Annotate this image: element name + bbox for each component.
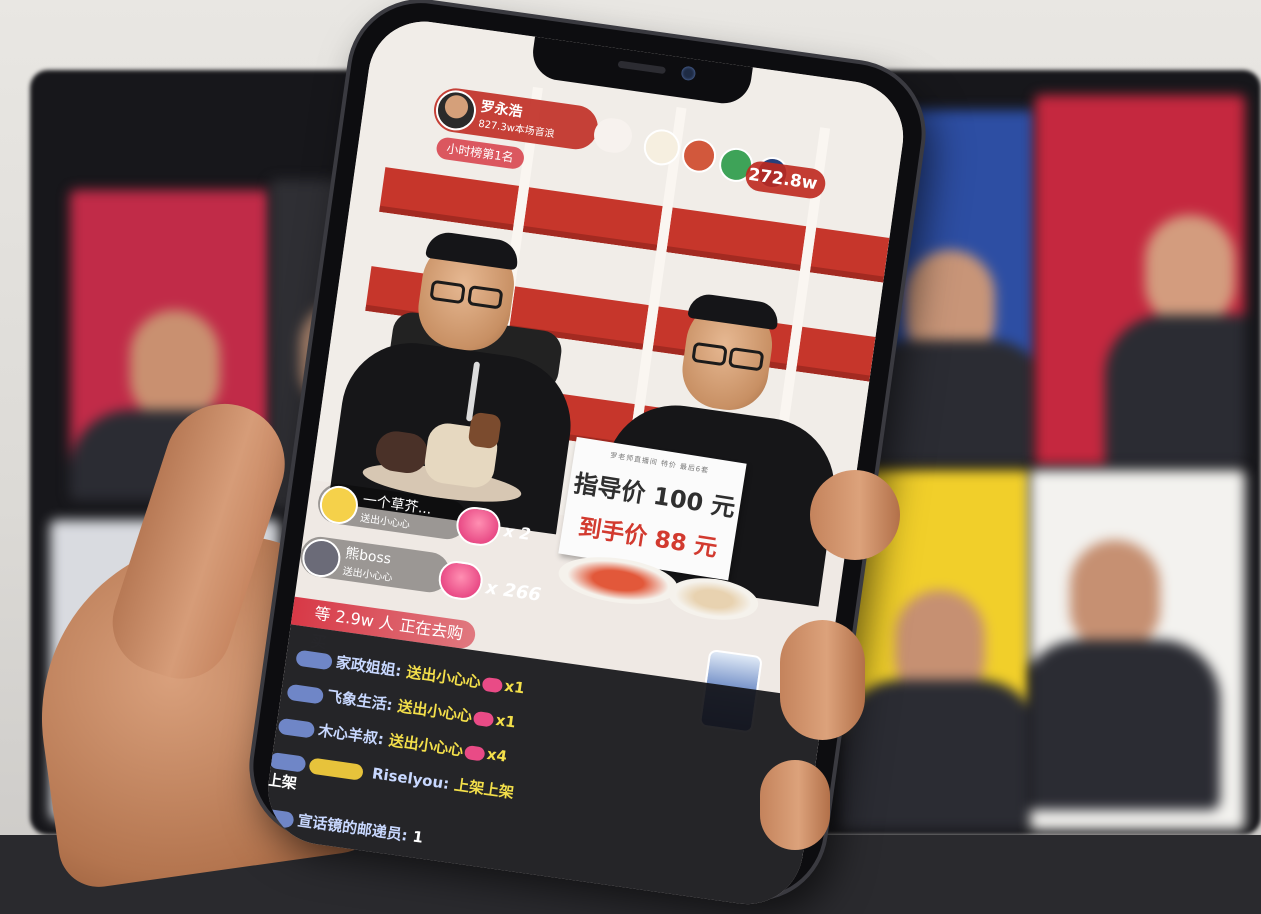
heart-icon — [464, 744, 486, 762]
hand-finger — [810, 470, 900, 560]
user-level-badge — [261, 807, 295, 829]
fan-badge — [308, 756, 365, 781]
gift-multiplier: x 266 — [484, 577, 543, 606]
user-avatar — [317, 483, 361, 527]
blurred-tile — [1030, 470, 1245, 830]
speaker-grille — [617, 60, 667, 75]
heart-gift-icon — [436, 558, 486, 603]
streamer-avatar[interactable] — [433, 87, 479, 133]
hand-finger — [760, 760, 830, 850]
user-level-badge — [295, 649, 334, 670]
smartphone: 罗老师直播间 特价 最后6套 指导价 100 元 到手价 88 元 罗永浩 82… — [244, 0, 931, 912]
blurred-tile — [1035, 95, 1245, 465]
heart-icon — [472, 710, 495, 728]
hand-finger — [780, 620, 865, 740]
heart-icon — [481, 676, 504, 693]
user-level-badge — [277, 717, 316, 739]
gift-notification: 熊boss 送出小心心 — [297, 534, 453, 595]
gift-multiplier: x 2 — [502, 521, 533, 544]
user-avatar — [299, 536, 343, 580]
user-level-badge — [286, 683, 325, 705]
front-camera — [680, 65, 697, 82]
user-level-badge — [268, 751, 307, 773]
